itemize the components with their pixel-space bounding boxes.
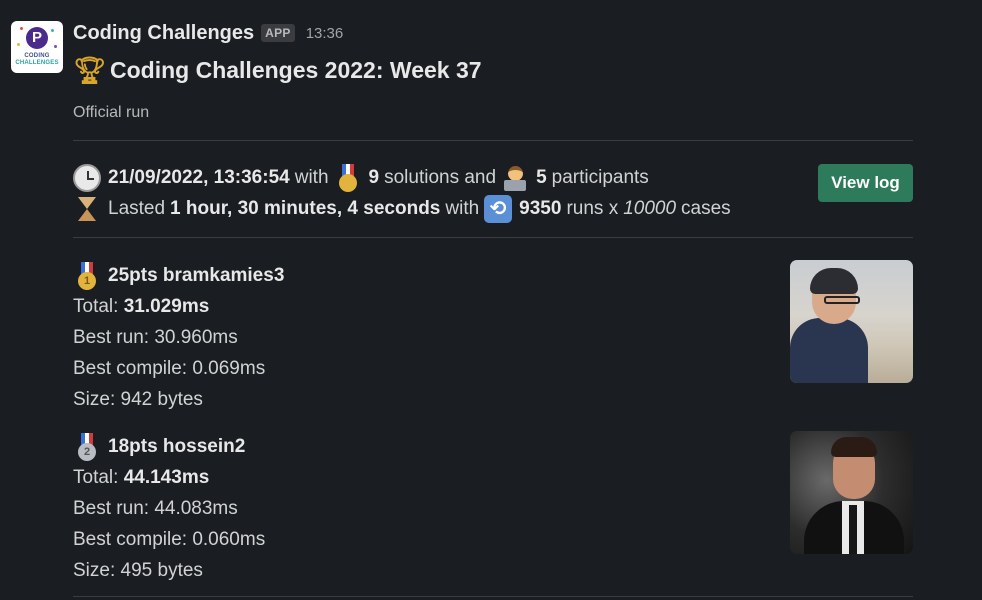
message-header: Coding Challenges APP 13:36 — [73, 20, 343, 46]
message-title: 🏆︎ Coding Challenges 2022: Week 37 — [73, 55, 482, 86]
app-badge: APP — [261, 24, 295, 42]
stats-line-date: 21/09/2022, 13:36:54 with 9 solutions an… — [73, 164, 649, 192]
runs-count: 9350 — [519, 198, 562, 219]
photo-glasses — [824, 296, 860, 304]
participant-avatar[interactable] — [790, 260, 913, 383]
sender-name[interactable]: Coding Challenges — [73, 22, 254, 45]
photo-hair — [831, 437, 877, 457]
divider — [73, 596, 913, 597]
sports-medal-icon — [334, 164, 362, 192]
participant-avatar[interactable] — [790, 431, 913, 554]
divider — [73, 237, 913, 238]
entry-size: Size: 495 bytes — [73, 560, 203, 581]
photo-tie — [849, 505, 857, 554]
medal-number: 1 — [78, 271, 96, 290]
logo-dot — [51, 29, 54, 32]
entry-total: Total: 31.029ms — [73, 291, 913, 322]
entry-best-run: Best run: 44.083ms — [73, 498, 238, 519]
message-title-text: Coding Challenges 2022: Week 37 — [110, 57, 482, 83]
logo-letter: P — [26, 27, 48, 49]
photo-body — [790, 318, 868, 383]
stats-line-duration: Lasted 1 hour, 30 minutes, 4 seconds wit… — [73, 195, 731, 223]
message-subtitle: Official run — [73, 104, 150, 121]
runs-label: runs x — [566, 198, 619, 219]
clock-icon — [73, 164, 101, 192]
divider — [73, 140, 913, 141]
logo-dot — [20, 27, 23, 30]
stats-text: with — [445, 198, 480, 219]
medal-disc — [338, 174, 357, 192]
message-timestamp[interactable]: 13:36 — [306, 25, 344, 42]
participants-label: participants — [551, 167, 649, 188]
view-log-button[interactable]: View log — [818, 164, 913, 202]
photo-hat — [810, 268, 858, 294]
leaderboard-entry: 1 25pts bramkamies3 Total: 31.029ms Best… — [73, 260, 913, 415]
medal-number: 2 — [78, 442, 96, 461]
participants-count: 5 — [536, 167, 547, 188]
slack-message: P CODING CHALLENGES Coding Challenges AP… — [0, 0, 982, 600]
logo-dot — [54, 45, 57, 48]
solutions-label: solutions and — [384, 167, 497, 188]
run-datetime: 21/09/2022, 13:36:54 — [108, 167, 290, 188]
total-value: 44.143ms — [123, 467, 210, 488]
logo-text-line1: CODING — [24, 53, 50, 59]
entry-heading-text: 18pts hossein2 — [108, 436, 246, 457]
first-place-medal-icon: 1 — [73, 261, 101, 290]
trophy-icon: 🏆︎ — [73, 55, 107, 85]
total-value: 31.029ms — [123, 296, 210, 317]
solutions-count: 9 — [368, 167, 380, 188]
lasted-label: Lasted — [108, 198, 166, 219]
hourglass-icon — [73, 195, 101, 223]
entry-heading: 1 25pts bramkamies3 — [73, 260, 913, 291]
entry-heading: 2 18pts hossein2 — [73, 431, 913, 462]
leaderboard-entry: 2 18pts hossein2 Total: 44.143ms Best ru… — [73, 431, 913, 586]
total-label: Total: — [73, 467, 119, 488]
second-place-medal-icon: 2 — [73, 432, 101, 461]
repeat-icon: ⟲ — [484, 195, 513, 223]
cases-label: cases — [681, 198, 731, 219]
logo-text: CODING CHALLENGES — [11, 53, 63, 67]
total-label: Total: — [73, 296, 119, 317]
entry-total: Total: 44.143ms — [73, 462, 913, 493]
entry-best-run: Best run: 30.960ms — [73, 327, 238, 348]
run-duration: 1 hour, 30 minutes, 4 seconds — [170, 198, 441, 219]
logo-text-line2: CHALLENGES — [15, 60, 59, 66]
technologist-head — [508, 166, 524, 181]
entry-size: Size: 942 bytes — [73, 389, 203, 410]
technologist-laptop — [504, 180, 527, 191]
app-avatar[interactable]: P CODING CHALLENGES — [11, 21, 63, 73]
logo-dot — [17, 43, 20, 46]
entry-heading-text: 25pts bramkamies3 — [108, 265, 285, 286]
cases-count: 10000 — [623, 198, 677, 219]
entry-best-compile: Best compile: 0.060ms — [73, 529, 266, 550]
stats-text: with — [294, 167, 329, 188]
technologist-icon — [501, 164, 529, 192]
entry-best-compile: Best compile: 0.069ms — [73, 358, 266, 379]
